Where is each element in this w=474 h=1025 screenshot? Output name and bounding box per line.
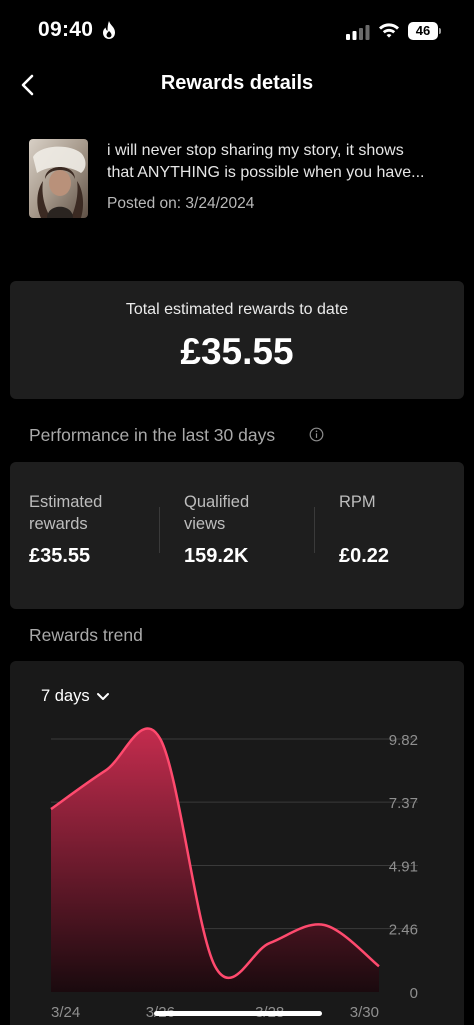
post-thumbnail[interactable] [29,139,88,218]
rewards-trend-chart-card: 7 days 9.827.374.912.4603/243/263/283/30 [10,661,464,1025]
metric-divider [314,507,315,553]
metric-divider [159,507,160,553]
post-caption: i will never stop sharing my story, it s… [107,140,447,184]
y-tick-label: 2.46 [389,922,418,939]
metric-value: £0.22 [339,545,390,567]
status-bar: 09:40 46 [0,0,474,62]
metric-value: 159.2K [184,545,249,567]
metric-label: rewards [29,515,88,533]
rewards-trend-chart: 9.827.374.912.4603/243/263/283/30 [50,727,418,1021]
total-rewards-value: £35.55 [180,331,294,372]
metric-qualified-views: Qualified views 159.2K [184,491,250,567]
y-tick-label: 9.82 [389,732,418,749]
post-caption-line: i will never stop sharing my story, it s… [107,142,404,159]
home-indicator[interactable] [154,1011,322,1016]
posted-on-date: Posted on: 3/24/2024 [107,195,255,212]
battery-indicator: 46 [408,22,438,40]
performance-title: Performance in the last 30 days [29,425,276,445]
metric-label: views [184,515,226,533]
y-tick-label: 7.37 [389,795,418,812]
x-tick-label: 3/30 [350,1004,379,1021]
y-tick-label: 4.91 [389,859,418,876]
metric-label: Estimated [29,493,103,511]
signal-icon [346,25,370,40]
nav-bar: Rewards details [0,60,474,110]
total-rewards-card: Total estimated rewards to date £35.55 [10,281,464,399]
post-summary[interactable]: i will never stop sharing my story, it s… [29,139,449,219]
rewards-trend-title: Rewards trend [29,625,143,645]
flame-icon [103,21,115,39]
metric-rpm: RPM £0.22 [339,491,389,567]
status-time: 09:40 [38,18,94,41]
performance-card: Estimated rewards £35.55 Qualified views… [10,462,464,609]
metric-label: Qualified [184,493,250,511]
x-tick-label: 3/24 [51,1004,80,1021]
metric-label: RPM [339,493,376,511]
y-tick-label: 0 [410,985,418,1002]
wifi-icon [379,23,399,38]
total-rewards-label: Total estimated rewards to date [125,301,349,318]
rewards-area-fill [51,728,379,992]
metric-value: £35.55 [29,545,91,567]
post-caption-line: that ANYTHING is possible when you have.… [107,164,425,181]
metric-estimated-rewards: Estimated rewards £35.55 [29,491,103,567]
page-title: Rewards details [160,72,314,94]
info-icon[interactable] [309,427,324,442]
battery-tip [439,28,441,34]
